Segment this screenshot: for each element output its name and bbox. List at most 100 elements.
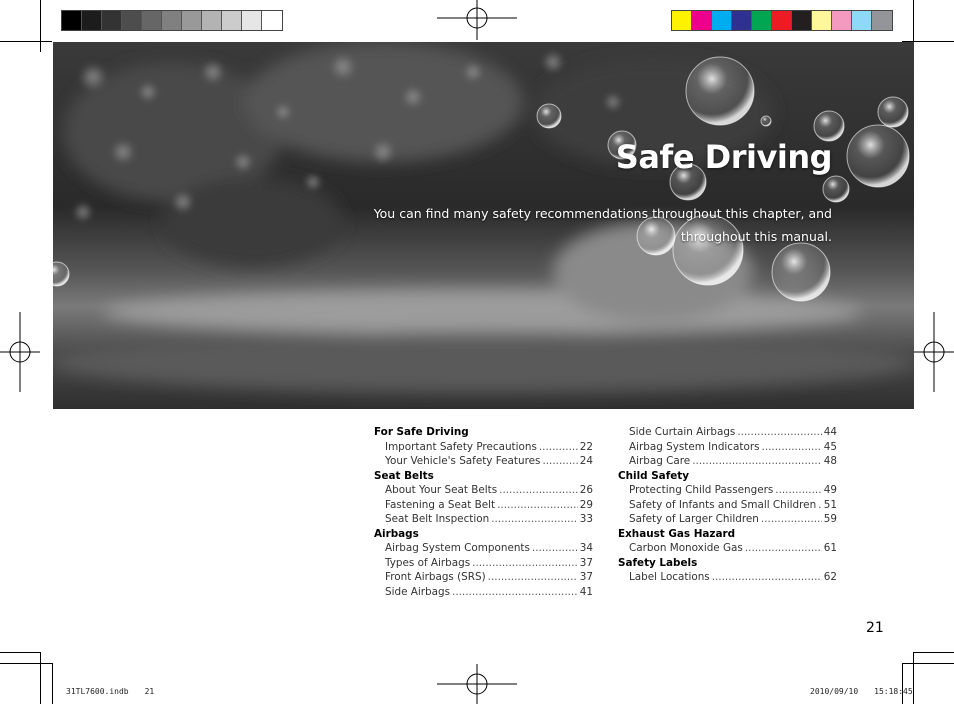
toc-entry-page: 24 — [579, 455, 593, 467]
toc-entry-title: Side Curtain Airbags — [629, 426, 736, 438]
color-swatch — [82, 11, 102, 30]
color-swatch — [872, 11, 892, 30]
toc-entry[interactable]: Fastening a Seat Belt 29 — [374, 498, 593, 513]
page-number: 21 — [866, 620, 884, 636]
toc-section-heading[interactable]: Child Safety — [618, 469, 837, 484]
color-swatch — [142, 11, 162, 30]
toc-entry-page: 37 — [579, 556, 593, 569]
toc-entry-page: 59 — [823, 513, 837, 525]
crop-mark — [52, 663, 53, 704]
print-slug-timestamp: 2010/09/10 15:18:45 — [810, 687, 913, 696]
toc-entry[interactable]: Your Vehicle's Safety Features 24 — [374, 454, 593, 469]
crop-mark — [40, 0, 41, 52]
color-swatch — [202, 11, 222, 30]
toc-entry[interactable]: Airbag System Indicators 45 — [618, 440, 837, 455]
toc-entry-page: 49 — [823, 484, 837, 496]
toc-entry-title: About Your Seat Belts — [385, 484, 498, 496]
toc-section-heading[interactable]: Airbags — [374, 527, 593, 542]
toc-leader-dots — [712, 570, 822, 585]
crop-mark — [0, 41, 52, 42]
toc-entry-page: 61 — [823, 542, 837, 554]
color-swatch — [692, 11, 712, 30]
color-swatch — [812, 11, 832, 30]
toc-entry[interactable]: Safety of Larger Children 59 — [618, 512, 837, 527]
color-swatch — [62, 11, 82, 30]
toc-column-right: Side Curtain Airbags 44 Airbag System Indi… — [618, 425, 837, 585]
toc-leader-dots — [452, 585, 578, 600]
crop-mark — [0, 663, 52, 664]
toc-entry[interactable]: Airbag Care 48 — [618, 454, 837, 469]
toc-entry-title: Carbon Monoxide Gas — [629, 542, 743, 554]
toc-entry[interactable]: Important Safety Precautions 22 — [374, 440, 593, 455]
toc-entry-title: Airbag System Indicators — [629, 440, 760, 453]
toc-leader-dots — [737, 425, 821, 440]
toc-entry[interactable]: About Your Seat Belts 26 — [374, 483, 593, 498]
toc-entry-page: 22 — [579, 440, 593, 453]
chapter-hero-image: Safe Driving You can find many safety re… — [53, 42, 914, 409]
color-calibration-bar — [671, 10, 893, 31]
toc-leader-dots — [539, 440, 578, 455]
color-swatch — [222, 11, 242, 30]
toc-entry-title: Airbag Care — [629, 455, 691, 467]
toc-entry-title: Protecting Child Passengers — [629, 484, 774, 496]
toc-entry-title: Your Vehicle's Safety Features — [385, 455, 541, 467]
chapter-title: Safe Driving — [615, 138, 833, 176]
toc-entry[interactable]: Types of Airbags 37 — [374, 556, 593, 571]
registration-mark-right — [914, 312, 954, 392]
toc-section-heading[interactable]: Seat Belts — [374, 469, 593, 484]
color-swatch — [122, 11, 142, 30]
toc-entry-page: 37 — [579, 571, 593, 583]
gray-calibration-bar — [61, 10, 283, 31]
registration-mark-top — [437, 0, 517, 40]
print-slug-file: 31TL7600.indb 21 — [66, 687, 155, 696]
toc-entry-title: Airbag System Components — [385, 542, 530, 554]
toc-entry-title: Safety of Infants and Small Children — [629, 498, 817, 511]
color-swatch — [712, 11, 732, 30]
toc-entry[interactable]: Side Curtain Airbags 44 — [618, 425, 837, 440]
toc-entry-page: 41 — [579, 585, 593, 598]
toc-section-heading[interactable]: Exhaust Gas Hazard — [618, 527, 837, 542]
color-swatch — [182, 11, 202, 30]
toc-entry[interactable]: Label Locations 62 — [618, 570, 837, 585]
toc-entry-page: 26 — [579, 484, 593, 496]
toc-leader-dots — [532, 541, 578, 556]
toc-section-heading[interactable]: Safety Labels — [618, 556, 837, 571]
color-swatch — [832, 11, 852, 30]
toc-entry[interactable]: Airbag System Components 34 — [374, 541, 593, 556]
toc-entry-title: Front Airbags (SRS) — [385, 571, 486, 583]
color-swatch — [672, 11, 692, 30]
toc-entry-title: Seat Belt Inspection — [385, 513, 490, 525]
toc-entry-page: 51 — [823, 498, 837, 511]
toc-section-heading[interactable]: For Safe Driving — [374, 425, 593, 440]
crop-mark — [914, 652, 954, 653]
toc-entry-page: 62 — [823, 571, 837, 583]
registration-mark-bottom — [437, 664, 517, 704]
toc-leader-dots — [692, 454, 822, 469]
chapter-intro: You can find many safety recommendations… — [373, 206, 832, 244]
crop-mark — [902, 663, 903, 704]
toc-leader-dots — [762, 440, 822, 455]
toc-entry-page: 45 — [823, 440, 837, 453]
color-swatch — [162, 11, 182, 30]
toc-entry-title: Types of Airbags — [385, 556, 471, 569]
toc-entry-page: 33 — [579, 513, 593, 525]
toc-leader-dots — [745, 541, 822, 556]
toc-leader-dots — [488, 570, 578, 585]
toc-entry[interactable]: Front Airbags (SRS) 37 — [374, 570, 593, 585]
toc-entry[interactable]: Carbon Monoxide Gas 61 — [618, 541, 837, 556]
toc-entry[interactable]: Seat Belt Inspection 33 — [374, 512, 593, 527]
toc-entry[interactable]: Safety of Infants and Small Children 51 — [618, 498, 837, 513]
toc-leader-dots — [499, 483, 578, 498]
toc-entry-title: Label Locations — [629, 571, 710, 583]
color-swatch — [852, 11, 872, 30]
toc-entry[interactable]: Side Airbags 41 — [374, 585, 593, 600]
color-swatch — [102, 11, 122, 30]
toc-leader-dots — [761, 512, 822, 527]
crop-mark — [40, 652, 41, 704]
toc-entry[interactable]: Protecting Child Passengers 49 — [618, 483, 837, 498]
color-swatch — [262, 11, 282, 30]
toc-leader-dots — [818, 498, 822, 513]
toc-entry-page: 29 — [579, 498, 593, 511]
color-swatch — [732, 11, 752, 30]
toc-entry-page: 34 — [579, 542, 593, 554]
